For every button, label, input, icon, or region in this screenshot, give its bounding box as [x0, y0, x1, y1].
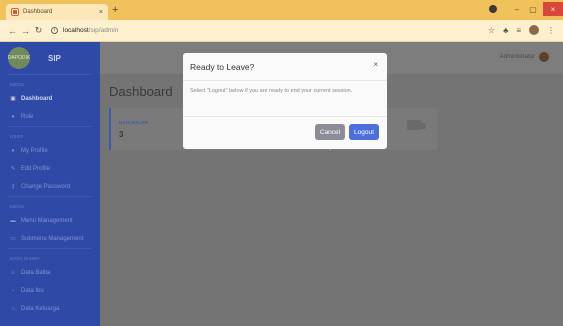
sidebar-heading: DATA SISWA — [10, 256, 40, 261]
sidebar-item-label: My Profile — [21, 148, 48, 154]
user-edit-icon: ✎ — [10, 166, 16, 172]
sidebar-item-my-profile[interactable]: ● My Profile — [0, 142, 100, 160]
sidebar-item-role[interactable]: ● Role — [0, 108, 100, 126]
sidebar-item-data-ibu[interactable]: ♀ Data Ibu — [0, 282, 100, 300]
sidebar-item-submenu-management[interactable]: ▭ Submenu Management — [0, 230, 100, 248]
logout-modal: Ready to Leave? × Select "Logout" below … — [183, 53, 387, 149]
new-tab-button[interactable]: + — [112, 4, 118, 16]
browser-tab-bar: Dashboard × + – ▢ × — [0, 0, 563, 20]
info-icon[interactable]: i — [51, 27, 58, 34]
tab-title: Dashboard — [23, 9, 53, 15]
sidebar-heading: MENU — [10, 204, 25, 209]
playlist-icon[interactable]: ≡ — [516, 26, 521, 35]
account-icon[interactable] — [489, 5, 497, 13]
url-field[interactable]: localhost/sip/admin — [63, 27, 118, 34]
url-host: localhost — [63, 27, 89, 34]
reload-icon[interactable]: ↻ — [32, 25, 45, 36]
url-path: /sip/admin — [88, 27, 119, 34]
tab-close-button[interactable]: × — [99, 9, 103, 16]
sidebar: DAPODIK SIP MENU ▣ Dashboard ● Role USER ● My P… — [0, 42, 100, 326]
sidebar-heading: MENU — [10, 82, 25, 87]
forward-icon[interactable]: → — [19, 26, 32, 36]
browser-tab[interactable]: Dashboard × — [6, 4, 108, 20]
modal-close-button[interactable]: × — [373, 60, 378, 69]
user-avatar[interactable] — [537, 50, 551, 64]
puzzle-icon[interactable]: ♣ — [503, 26, 508, 35]
cancel-button[interactable]: Cancel — [315, 124, 345, 140]
sidebar-item-label: Data Keluarga — [21, 306, 60, 312]
home-icon: ⌂ — [11, 306, 15, 312]
brand-logo: DAPODIK — [8, 47, 30, 69]
favicon-icon — [11, 8, 19, 16]
sidebar-item-label: Submenu Management — [21, 236, 84, 242]
brand-name: SIP — [48, 53, 61, 63]
sidebar-brand[interactable]: DAPODIK SIP — [0, 42, 100, 74]
sidebar-item-label: Role — [21, 114, 34, 120]
modal-divider — [183, 116, 387, 117]
sidebar-item-change-password[interactable]: ⚷ Change Password — [0, 178, 100, 196]
sidebar-item-dashboard[interactable]: ▣ Dashboard — [0, 90, 100, 108]
folder-icon: ▬ — [10, 218, 16, 224]
window-controls: – ▢ × — [489, 0, 563, 18]
logout-button[interactable]: Logout — [349, 124, 379, 140]
sidebar-item-label: Data Balita — [21, 270, 51, 276]
sidebar-item-edit-profile[interactable]: ✎ Edit Profile — [0, 160, 100, 178]
back-icon[interactable]: ← — [6, 26, 19, 36]
sidebar-menu: MENU ▣ Dashboard ● Role USER ● My Profile ✎ Edit … — [0, 75, 100, 318]
star-icon[interactable]: ☆ — [488, 26, 495, 35]
address-bar: ← → ↻ i localhost/sip/admin ☆ ♣ ≡ ⋮ — [0, 20, 563, 42]
profile-avatar[interactable] — [529, 25, 539, 35]
sidebar-heading: USER — [10, 134, 24, 139]
modal-divider — [183, 80, 387, 81]
sidebar-item-data-balita[interactable]: ☺ Data Balita — [0, 264, 100, 282]
page-title: Dashboard — [109, 84, 173, 99]
close-window-button[interactable]: × — [543, 2, 563, 16]
modal-body: Select "Logout" below if you are ready t… — [190, 88, 353, 94]
truck-icon — [407, 120, 426, 130]
more-icon[interactable]: ⋮ — [547, 26, 555, 35]
minimize-button[interactable]: – — [509, 0, 525, 18]
sidebar-item-label: Edit Profile — [21, 166, 51, 172]
sidebar-item-label: Dashboard — [21, 96, 53, 102]
modal-title: Ready to Leave? — [190, 62, 255, 72]
card-label: DATA BALITA — [119, 120, 149, 125]
maximize-button[interactable]: ▢ — [525, 0, 541, 18]
folder-open-icon: ▭ — [10, 236, 16, 242]
user-icon: ● — [11, 114, 15, 120]
sidebar-item-menu-management[interactable]: ▬ Menu Management — [0, 212, 100, 230]
sidebar-item-data-keluarga[interactable]: ⌂ Data Keluarga — [0, 300, 100, 318]
card-value: 3 — [119, 130, 124, 139]
key-icon: ⚷ — [10, 184, 16, 190]
sidebar-item-label: Change Password — [21, 184, 71, 190]
user-name[interactable]: Administrator — [500, 54, 535, 60]
dashboard-icon: ▣ — [10, 96, 16, 102]
sidebar-item-label: Menu Management — [21, 218, 73, 224]
female-icon: ♀ — [10, 288, 16, 294]
sidebar-item-label: Data Ibu — [21, 288, 44, 294]
user-icon: ● — [11, 148, 15, 154]
child-icon: ☺ — [10, 270, 16, 276]
